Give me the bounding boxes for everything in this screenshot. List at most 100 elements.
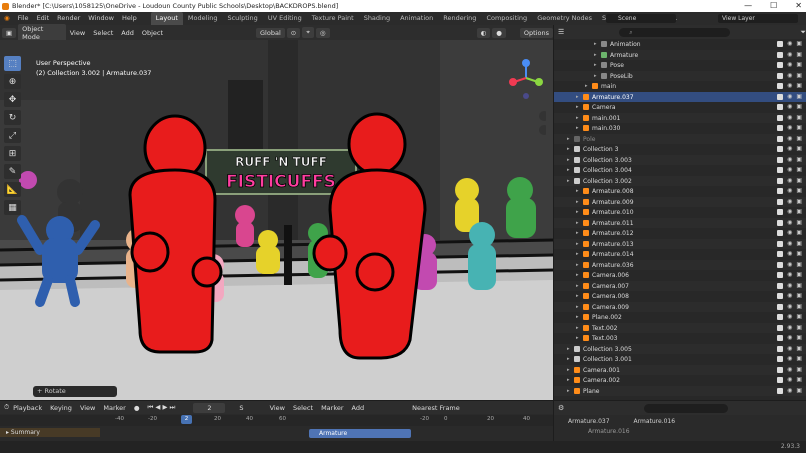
- visibility-eye-icon[interactable]: ◉: [787, 281, 792, 292]
- render-camera-icon[interactable]: ▣: [796, 260, 802, 271]
- exclude-checkbox[interactable]: [777, 209, 784, 215]
- render-camera-icon[interactable]: ▣: [796, 197, 802, 208]
- properties-editor-icon[interactable]: ⚙: [558, 404, 564, 412]
- visibility-eye-icon[interactable]: ◉: [787, 197, 792, 208]
- exclude-checkbox[interactable]: [777, 135, 784, 142]
- exclude-checkbox[interactable]: [777, 146, 784, 152]
- outliner-row[interactable]: ▸ Animation ◉ ▣: [554, 39, 806, 50]
- disclosure-arrow-icon[interactable]: ▸: [567, 176, 574, 187]
- disclosure-arrow-icon[interactable]: ▸: [594, 71, 601, 82]
- outliner-row[interactable]: ▸ main ◉ ▣: [554, 81, 806, 92]
- exclude-checkbox[interactable]: [777, 219, 784, 226]
- render-camera-icon[interactable]: ▣: [796, 165, 802, 176]
- visibility-eye-icon[interactable]: ◉: [787, 249, 792, 260]
- visibility-eye-icon[interactable]: ◉: [787, 134, 792, 145]
- visibility-eye-icon[interactable]: ◉: [787, 323, 792, 334]
- outliner-search-input[interactable]: ⌕: [619, 27, 731, 37]
- tab-shading[interactable]: Shading: [359, 12, 395, 25]
- menu-help[interactable]: Help: [118, 12, 141, 25]
- visibility-eye-icon[interactable]: ◉: [787, 81, 792, 92]
- pan-hand-icon[interactable]: [539, 125, 549, 135]
- rotate-icon[interactable]: ↻: [4, 110, 21, 125]
- exclude-checkbox[interactable]: [777, 83, 784, 89]
- exclude-checkbox[interactable]: [777, 282, 784, 289]
- exclude-checkbox[interactable]: [777, 261, 784, 268]
- exclude-checkbox[interactable]: [777, 72, 784, 79]
- render-camera-icon[interactable]: ▣: [796, 239, 802, 250]
- outliner-row[interactable]: ▸ Camera.001 ◉ ▣: [554, 364, 806, 376]
- view-layer-selector[interactable]: View Layer: [718, 14, 798, 23]
- snap-icon[interactable]: ⌖: [302, 27, 314, 38]
- outliner-row[interactable]: ▸ Armature.009 ◉ ▣: [554, 196, 806, 208]
- visibility-eye-icon[interactable]: ◉: [787, 60, 792, 71]
- close-button[interactable]: ✕: [795, 0, 802, 12]
- menu-add[interactable]: Add: [117, 29, 138, 37]
- disclosure-arrow-icon[interactable]: ▸: [576, 228, 583, 239]
- annotate-icon[interactable]: ✎: [4, 164, 21, 179]
- disclosure-arrow-icon[interactable]: ▸: [594, 50, 601, 61]
- render-camera-icon[interactable]: ▣: [796, 218, 802, 229]
- visibility-eye-icon[interactable]: ◉: [787, 165, 792, 176]
- outliner-row[interactable]: ▸ Armature ◉ ▣: [554, 49, 806, 61]
- outliner-row[interactable]: ▸ Camera.007 ◉ ▣: [554, 280, 806, 292]
- render-camera-icon[interactable]: ▣: [796, 207, 802, 218]
- menu-dope-marker[interactable]: Marker: [317, 404, 347, 412]
- disclosure-arrow-icon[interactable]: ▸: [576, 186, 583, 197]
- visibility-eye-icon[interactable]: ◉: [787, 228, 792, 239]
- exclude-checkbox[interactable]: [777, 377, 784, 383]
- outliner-editor-icon[interactable]: ☰: [558, 28, 564, 36]
- exclude-checkbox[interactable]: [777, 62, 784, 68]
- last-operator-panel[interactable]: + Rotate: [33, 386, 117, 397]
- timeline-ruler[interactable]: -40 -20 20 40 60 -20 0 20 40: [0, 415, 553, 426]
- exclude-checkbox[interactable]: [777, 240, 784, 247]
- visibility-eye-icon[interactable]: ◉: [787, 144, 792, 155]
- playback-controls-icon[interactable]: ⏮ ◀ ▶ ⏭: [144, 403, 180, 412]
- outliner-row[interactable]: ▸ main.001 ◉ ▣: [554, 112, 806, 123]
- navigation-gizmo[interactable]: [506, 56, 549, 136]
- y-axis-icon[interactable]: [535, 78, 543, 86]
- render-camera-icon[interactable]: ▣: [796, 155, 802, 166]
- exclude-checkbox[interactable]: [777, 251, 784, 257]
- add-cube-icon[interactable]: ▦: [4, 200, 21, 215]
- render-camera-icon[interactable]: ▣: [796, 176, 802, 187]
- exclude-checkbox[interactable]: [777, 335, 784, 341]
- menu-tl-view[interactable]: View: [76, 404, 99, 412]
- options-dropdown[interactable]: Options: [519, 27, 553, 38]
- render-camera-icon[interactable]: ▣: [796, 186, 802, 197]
- disclosure-arrow-icon[interactable]: ▸: [567, 354, 574, 365]
- tab-layout[interactable]: Layout: [150, 12, 183, 25]
- render-camera-icon[interactable]: ▣: [796, 375, 802, 386]
- exclude-checkbox[interactable]: [777, 324, 784, 331]
- outliner-row[interactable]: ▸ Plane.002 ◉ ▣: [554, 312, 806, 323]
- visibility-eye-icon[interactable]: ◉: [787, 123, 792, 134]
- render-camera-icon[interactable]: ▣: [796, 281, 802, 292]
- render-camera-icon[interactable]: ▣: [796, 144, 802, 155]
- render-camera-icon[interactable]: ▣: [796, 365, 802, 376]
- disclosure-arrow-icon[interactable]: ▸: [576, 102, 583, 113]
- outliner-row[interactable]: ▸ Collection 3.003 ◉ ▣: [554, 154, 806, 166]
- exclude-checkbox[interactable]: [777, 114, 784, 121]
- visibility-eye-icon[interactable]: ◉: [787, 92, 792, 103]
- visibility-eye-icon[interactable]: ◉: [787, 375, 792, 386]
- outliner-row[interactable]: ▸ Armature.037 ◉ ▣: [554, 91, 806, 103]
- render-camera-icon[interactable]: ▣: [796, 270, 802, 281]
- record-icon[interactable]: ●: [130, 404, 144, 412]
- render-camera-icon[interactable]: ▣: [796, 354, 802, 365]
- proportional-edit-icon[interactable]: ◎: [315, 27, 330, 38]
- disclosure-arrow-icon[interactable]: ▸: [576, 333, 583, 344]
- outliner-row[interactable]: ▸ Camera ◉ ▣: [554, 102, 806, 113]
- render-camera-icon[interactable]: ▣: [796, 228, 802, 239]
- disclosure-arrow-icon[interactable]: ▸: [576, 218, 583, 229]
- properties-search-input[interactable]: [644, 403, 729, 413]
- outliner-row[interactable]: ▸ Collection 3.005 ◉ ▣: [554, 343, 806, 355]
- exclude-checkbox[interactable]: [777, 125, 784, 131]
- menu-view[interactable]: View: [66, 29, 89, 37]
- render-camera-icon[interactable]: ▣: [796, 344, 802, 355]
- outliner-row[interactable]: ▸ Armature.012 ◉ ▣: [554, 228, 806, 239]
- maximize-button[interactable]: ☐: [770, 0, 777, 12]
- disclosure-arrow-icon[interactable]: ▸: [576, 197, 583, 208]
- outliner-row[interactable]: ▸ Text.002 ◉ ▣: [554, 322, 806, 334]
- 3d-viewport[interactable]: RUFF 'N TUFF FISTICUFFS: [0, 40, 553, 400]
- disclosure-arrow-icon[interactable]: ▸: [576, 291, 583, 302]
- visibility-eye-icon[interactable]: ◉: [787, 312, 792, 323]
